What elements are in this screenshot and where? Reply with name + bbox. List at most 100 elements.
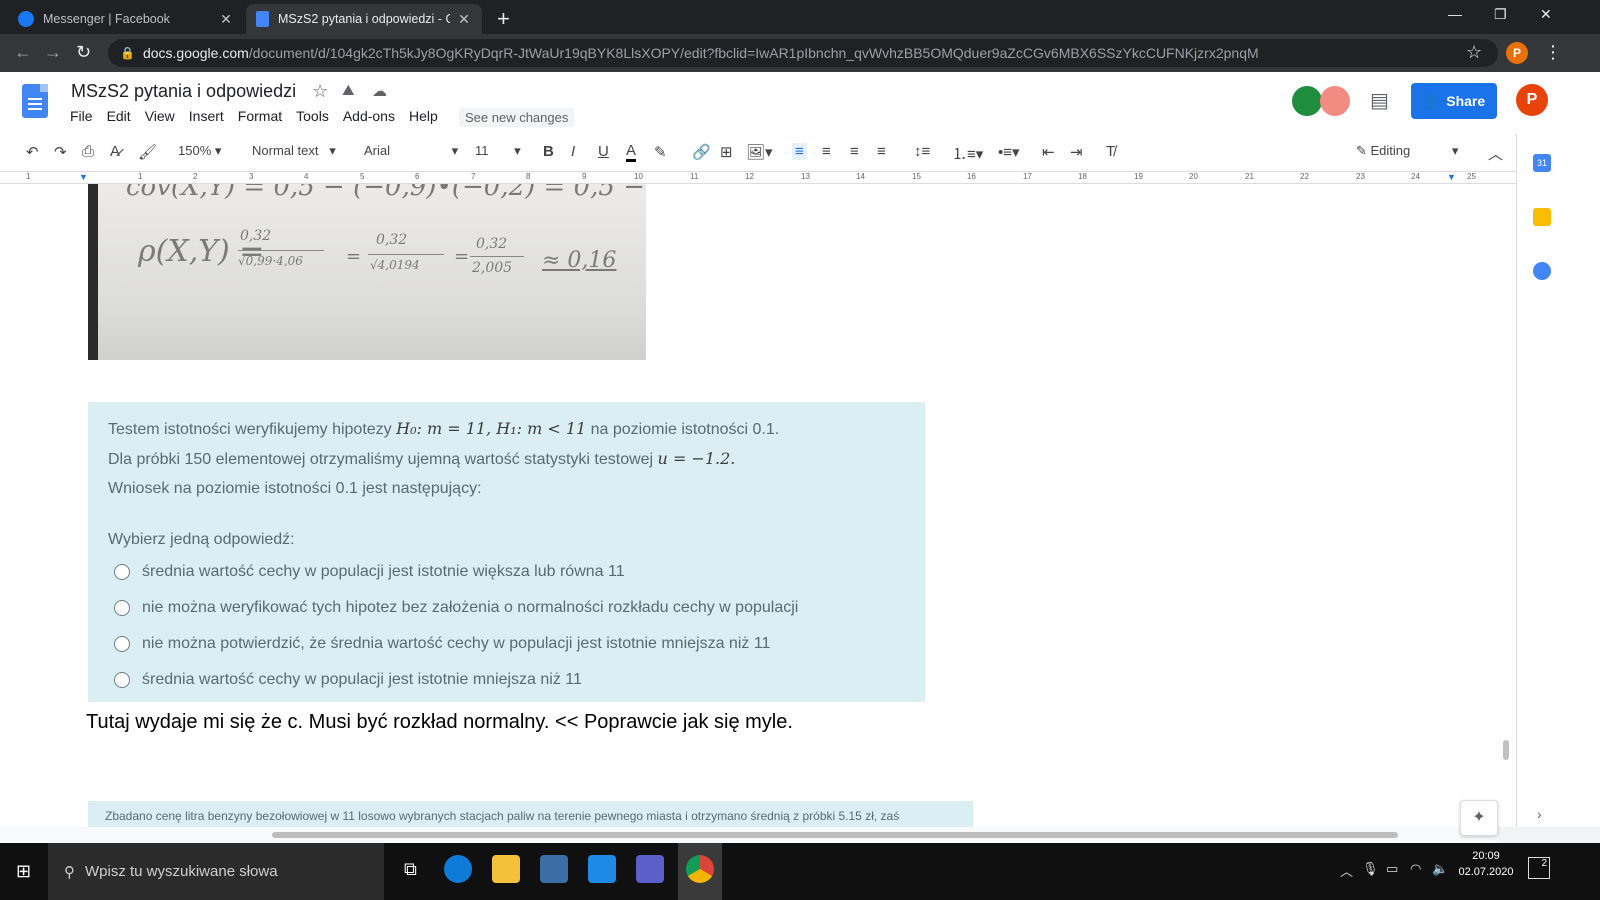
volume-icon[interactable]: 🔈	[1432, 861, 1448, 877]
forward-icon[interactable]: →	[44, 42, 62, 63]
scrollbar-thumb[interactable]	[1503, 740, 1509, 760]
show-hidden-icons-icon[interactable]: ︿	[1340, 861, 1353, 880]
taskbar-clock[interactable]: 20:09 02.07.2020	[1456, 848, 1516, 880]
answer-option-b[interactable]: nie można weryfikować tych hipotez bez z…	[108, 590, 905, 626]
store-icon[interactable]	[540, 855, 568, 883]
menu-view[interactable]: View	[145, 108, 175, 124]
expand-panel-icon[interactable]: ›	[1537, 806, 1542, 822]
notification-center-icon[interactable]: 2	[1528, 857, 1550, 879]
zoom-select[interactable]: 150% ▾	[178, 143, 221, 159]
taskbar-search[interactable]: ⚲ Wpisz tu wyszukiwane słowa	[48, 843, 384, 900]
increase-indent-icon[interactable]: ⇥	[1070, 143, 1083, 161]
paint-format-icon[interactable]: 🖌	[138, 143, 157, 161]
document-canvas[interactable]: cov(X,Y) = 0,5 − (−0,9)•(−0,2) = 0,5 − 0…	[0, 184, 1498, 827]
text-color-icon[interactable]: A	[626, 143, 637, 162]
answer-option-d[interactable]: średnia wartość cechy w populacji jest i…	[108, 662, 905, 698]
align-left-icon[interactable]: ≡	[792, 143, 807, 160]
move-to-drive-icon[interactable]: ⛰	[342, 82, 355, 99]
font-select[interactable]: Arial ▾	[364, 143, 458, 159]
link-icon[interactable]: 🔗	[692, 143, 711, 161]
underline-icon[interactable]: U	[598, 143, 609, 160]
google-docs-logo-icon[interactable]	[22, 84, 48, 118]
microphone-icon[interactable]: 🎙	[1362, 861, 1379, 877]
close-icon[interactable]: ✕	[218, 11, 234, 28]
back-icon[interactable]: ←	[14, 42, 32, 63]
document-title[interactable]: MSzS2 pytania i odpowiedzi	[71, 81, 296, 102]
battery-icon[interactable]: ▭	[1386, 861, 1398, 877]
redo-icon[interactable]: ↷	[54, 143, 67, 161]
font-size-select[interactable]: 11 ▾	[475, 143, 521, 159]
profile-avatar[interactable]: P	[1506, 42, 1528, 64]
see-new-changes-link[interactable]: See new changes	[459, 108, 575, 127]
calendar-icon[interactable]: 31	[1533, 154, 1551, 172]
right-indent-marker[interactable]: ▼	[1447, 172, 1456, 182]
file-explorer-icon[interactable]	[492, 855, 520, 883]
answer-option-a[interactable]: średnia wartość cechy w populacji jest i…	[108, 554, 905, 590]
keep-icon[interactable]	[1533, 208, 1551, 226]
align-right-icon[interactable]: ≡	[850, 143, 859, 160]
radio-button[interactable]	[114, 636, 130, 652]
share-button[interactable]: 👤 Share	[1411, 83, 1497, 119]
highlight-icon[interactable]: ✎	[654, 143, 667, 161]
edge-icon[interactable]	[444, 855, 472, 883]
radio-button[interactable]	[114, 672, 130, 688]
star-icon[interactable]: ☆	[312, 81, 328, 102]
editing-mode-select[interactable]: ✎ Editing ▾	[1356, 143, 1458, 159]
collapse-menu-icon[interactable]: ︿	[1488, 143, 1503, 164]
comment-history-icon[interactable]: ▤	[1370, 88, 1389, 113]
menu-addons[interactable]: Add-ons	[343, 108, 395, 124]
tab-messenger[interactable]: Messenger | Facebook ✕	[8, 4, 244, 34]
menu-format[interactable]: Format	[238, 108, 282, 124]
mail-icon[interactable]	[588, 855, 616, 883]
justify-icon[interactable]: ≡	[877, 143, 886, 160]
close-window-icon[interactable]: ✕	[1540, 6, 1552, 23]
menu-insert[interactable]: Insert	[189, 108, 224, 124]
tasks-icon[interactable]	[1533, 262, 1551, 280]
star-icon[interactable]: ☆	[1466, 42, 1482, 63]
numbered-list-icon[interactable]: ⒈≡▾	[952, 143, 983, 164]
collaborator-avatar[interactable]	[1320, 86, 1350, 116]
spellcheck-icon[interactable]: A̷	[110, 143, 120, 160]
cloud-saved-icon[interactable]: ☁	[372, 82, 387, 100]
add-comment-icon[interactable]: ⊞	[720, 143, 733, 161]
insert-image-icon[interactable]: 🖼▾	[746, 143, 773, 161]
task-view-icon[interactable]: ⧉	[404, 859, 417, 880]
answer-option-c[interactable]: nie można potwierdzić, że średnia wartoś…	[108, 626, 905, 662]
menu-file[interactable]: File	[70, 108, 93, 124]
menu-edit[interactable]: Edit	[107, 108, 131, 124]
bulleted-list-icon[interactable]: •≡▾	[998, 143, 1020, 161]
radio-button[interactable]	[114, 600, 130, 616]
account-avatar[interactable]: P	[1516, 84, 1548, 116]
decrease-indent-icon[interactable]: ⇤	[1042, 143, 1055, 161]
new-tab-icon[interactable]: +	[497, 6, 510, 32]
clear-formatting-icon[interactable]: T̸	[1106, 143, 1115, 160]
ruler[interactable]: ▼ ▼ 1 1 2 3 4 5 6 7 8 9 10 11 12 13 14 1…	[0, 172, 1516, 184]
doc-comment-text[interactable]: Tutaj wydaje mi się że c. Musi być rozkł…	[86, 711, 793, 734]
minimize-icon[interactable]: —	[1448, 6, 1462, 22]
bold-icon[interactable]: B	[543, 143, 554, 160]
kebab-menu-icon[interactable]: ⋮	[1544, 42, 1562, 63]
line-spacing-icon[interactable]: ↕≡	[914, 143, 930, 160]
restore-icon[interactable]: ❐	[1494, 6, 1507, 23]
explore-icon[interactable]: ✦	[1460, 800, 1498, 836]
tab-google-doc[interactable]: MSzS2 pytania i odpowiedzi - Go ✕	[246, 4, 482, 34]
wifi-icon[interactable]: ◠	[1410, 861, 1421, 877]
vertical-scrollbar[interactable]	[1498, 184, 1516, 827]
scrollbar-thumb[interactable]	[272, 832, 1398, 838]
undo-icon[interactable]: ↶	[26, 143, 39, 161]
radio-button[interactable]	[114, 564, 130, 580]
italic-icon[interactable]: I	[571, 143, 575, 160]
style-select[interactable]: Normal text ▾	[252, 143, 336, 159]
menu-help[interactable]: Help	[409, 108, 438, 124]
windows-start-icon[interactable]: ⊞	[16, 861, 31, 882]
reload-icon[interactable]: ↻	[76, 42, 91, 63]
handwritten-calculation-image[interactable]: cov(X,Y) = 0,5 − (−0,9)•(−0,2) = 0,5 − 0…	[88, 184, 646, 360]
teams-icon[interactable]	[636, 855, 664, 883]
menu-tools[interactable]: Tools	[296, 108, 329, 124]
close-icon[interactable]: ✕	[456, 11, 472, 28]
chrome-taskbar-button[interactable]	[678, 843, 722, 900]
collaborator-avatar[interactable]	[1292, 86, 1322, 116]
align-center-icon[interactable]: ≡	[822, 143, 831, 160]
left-indent-marker[interactable]: ▼	[79, 172, 88, 182]
address-bar[interactable]: 🔒 docs.google.com /document/d/104gk2cTh5…	[108, 39, 1498, 67]
